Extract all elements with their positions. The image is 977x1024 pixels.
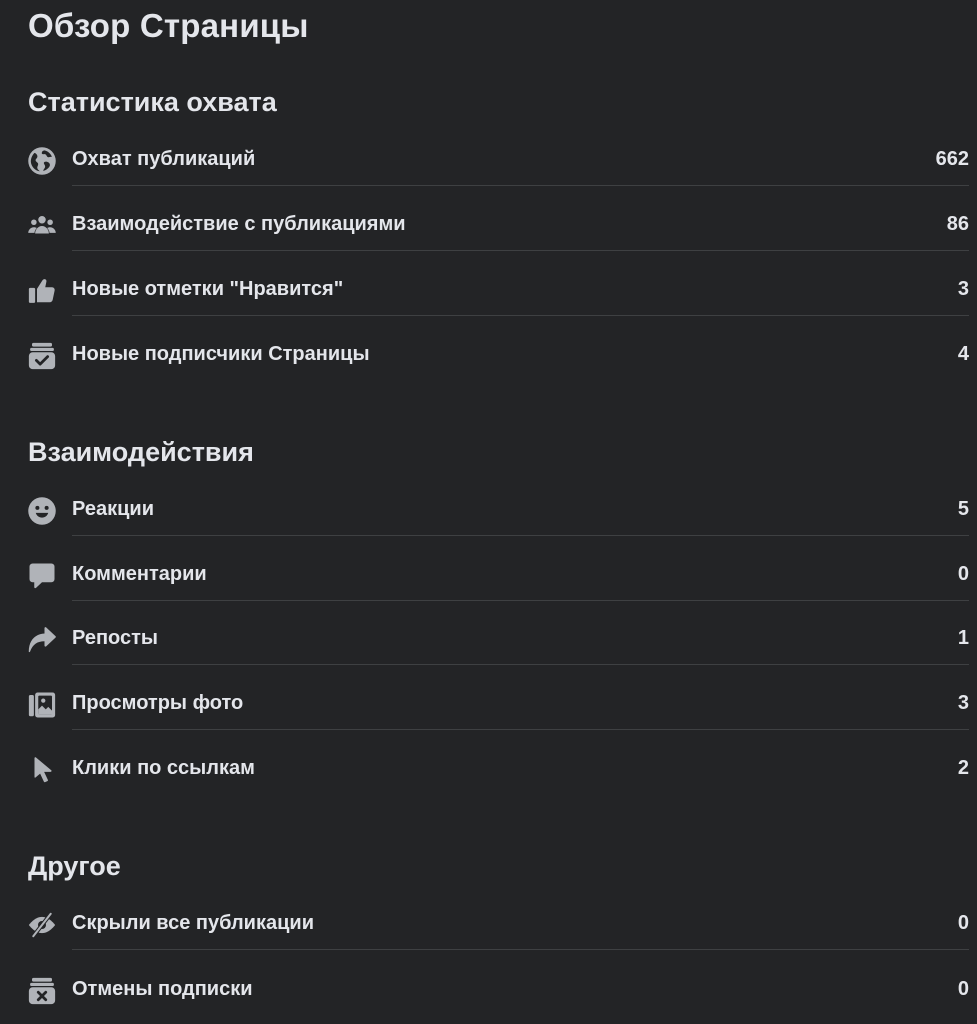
stat-value: 0 [957, 912, 969, 934]
stat-value: 3 [957, 692, 969, 714]
stat-label: Реакции [72, 498, 154, 520]
stat-row-hid-all-posts[interactable]: Скрыли все публикации 0 [26, 904, 969, 950]
stat-row-photo-views[interactable]: Просмотры фото 3 [26, 684, 969, 730]
stat-row-shares[interactable]: Репосты 1 [26, 619, 969, 665]
stat-row-post-engagement[interactable]: Взаимодействие с публикациями 86 [26, 205, 969, 251]
stat-label: Просмотры фото [72, 692, 244, 714]
divider [72, 729, 969, 730]
page-overview: Обзор Страницы Статистика охвата Охват п… [0, 0, 977, 1024]
cursor-icon [26, 754, 58, 786]
section-title-other: Другое [28, 851, 121, 881]
stat-label: Клики по ссылкам [72, 757, 255, 779]
globe-icon [26, 145, 58, 177]
stat-label: Отмены подписки [72, 978, 253, 1000]
stat-value: 1 [957, 627, 969, 649]
people-icon [26, 210, 58, 242]
stat-value: 0 [957, 563, 969, 585]
share-arrow-icon [26, 624, 58, 656]
stat-row-comments[interactable]: Комментарии 0 [26, 555, 969, 601]
divider [72, 600, 969, 601]
inbox-check-icon [26, 340, 58, 372]
stat-label: Новые подписчики Страницы [72, 343, 370, 365]
stat-value: 3 [957, 278, 969, 300]
stat-row-link-clicks[interactable]: Клики по ссылкам 2 [26, 749, 969, 789]
stat-value: 4 [957, 343, 969, 365]
smiley-icon [26, 495, 58, 527]
divider [72, 315, 969, 316]
inbox-x-icon [26, 975, 58, 1007]
photos-icon [26, 689, 58, 721]
stat-row-unfollows[interactable]: Отмены подписки 0 [26, 970, 969, 1010]
stat-value: 2 [957, 757, 969, 779]
stat-value: 0 [957, 978, 969, 1000]
page-title: Обзор Страницы [28, 7, 309, 44]
stat-label: Взаимодействие с публикациями [72, 213, 406, 235]
stat-row-new-likes[interactable]: Новые отметки "Нравится" 3 [26, 270, 969, 316]
thumbs-up-icon [26, 275, 58, 307]
section-title-engagement: Взаимодействия [28, 437, 254, 467]
divider [72, 535, 969, 536]
section-title-reach: Статистика охвата [28, 87, 277, 117]
stat-row-new-followers[interactable]: Новые подписчики Страницы 4 [26, 335, 969, 375]
stat-row-reactions[interactable]: Реакции 5 [26, 490, 969, 536]
stat-label: Комментарии [72, 563, 207, 585]
divider [72, 949, 969, 950]
stat-value: 662 [935, 148, 969, 170]
divider [72, 664, 969, 665]
stat-value: 86 [946, 213, 969, 235]
divider [72, 185, 969, 186]
stat-label: Охват публикаций [72, 148, 256, 170]
stat-value: 5 [957, 498, 969, 520]
stat-label: Новые отметки "Нравится" [72, 278, 344, 300]
divider [72, 250, 969, 251]
comment-icon [26, 560, 58, 592]
eye-slash-icon [26, 909, 58, 941]
stat-row-post-reach[interactable]: Охват публикаций 662 [26, 140, 969, 186]
stat-label: Репосты [72, 627, 158, 649]
stat-label: Скрыли все публикации [72, 912, 314, 934]
